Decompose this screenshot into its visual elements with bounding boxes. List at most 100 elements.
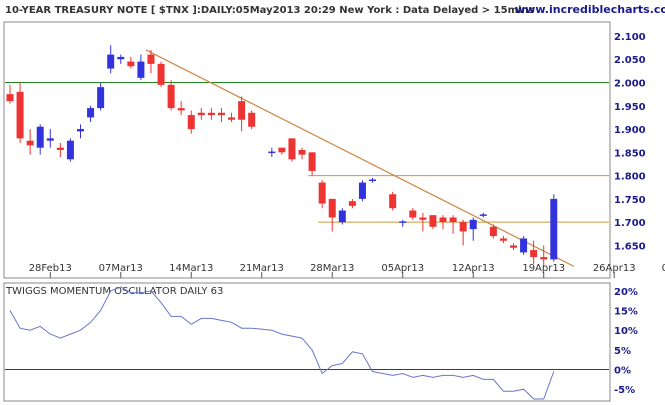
price-x-tick-label: 03May13 <box>662 263 665 274</box>
price-x-tick-label: 05Apr13 <box>381 263 424 274</box>
price-candle <box>207 108 215 120</box>
price-candle <box>288 138 296 162</box>
price-x-tick-label: 14Mar13 <box>169 263 213 274</box>
candle-body <box>187 115 195 130</box>
price-candle <box>46 129 54 148</box>
price-candle <box>117 54 125 64</box>
candle-body <box>389 194 397 209</box>
price-y-axis: 2.100 2.050 2.000 1.950 1.900 1.850 1.800 1.750… <box>614 32 646 252</box>
candle-body <box>6 94 14 102</box>
price-candle <box>56 143 64 157</box>
candle-body <box>87 108 95 118</box>
candle-body <box>36 126 44 148</box>
price-candle <box>187 110 195 134</box>
oscillator-y-tick-label: 20% <box>614 287 638 298</box>
candle-body <box>217 112 225 116</box>
price-candles <box>6 45 558 267</box>
price-candle <box>137 54 145 81</box>
price-candle <box>338 208 346 225</box>
candle-body <box>409 210 417 218</box>
candle-body <box>238 101 246 120</box>
candle-body <box>147 54 155 64</box>
candle-body <box>540 257 548 260</box>
price-y-tick-label: 1.850 <box>614 148 646 159</box>
price-candle <box>228 112 236 123</box>
price-candle <box>348 198 356 209</box>
oscillator-y-tick-label: 15% <box>614 307 638 318</box>
candle-body <box>127 61 135 67</box>
price-y-tick-label: 1.900 <box>614 125 646 136</box>
oscillator-line <box>9 286 555 400</box>
price-candle <box>97 82 105 111</box>
price-candle <box>76 124 84 139</box>
price-candle <box>66 138 74 162</box>
price-y-tick-label: 1.750 <box>614 195 646 206</box>
oscillator-panel-frame <box>3 282 611 402</box>
price-candle <box>87 105 95 123</box>
price-candle <box>127 56 135 69</box>
oscillator-y-tick-label: 10% <box>614 326 638 337</box>
price-candle <box>459 219 467 246</box>
candle-body <box>510 245 517 248</box>
price-candle <box>238 96 246 132</box>
price-candle <box>469 217 477 241</box>
price-candle <box>499 236 507 244</box>
price-x-tick-label: 21Mar13 <box>240 263 284 274</box>
price-x-tick-label: 19Apr13 <box>522 263 565 274</box>
candle-body <box>429 215 437 227</box>
price-candle <box>278 147 286 155</box>
candle-body <box>530 250 538 258</box>
price-y-tick-label: 2.050 <box>614 55 646 66</box>
candle-body <box>197 112 205 116</box>
candle-body <box>520 238 528 253</box>
price-candle <box>439 215 447 230</box>
candle-body <box>358 182 366 199</box>
candle-body <box>328 198 336 218</box>
price-reference-lines <box>5 49 609 267</box>
price-candle <box>429 215 437 230</box>
price-y-tick-label: 1.950 <box>614 102 646 113</box>
price-x-axis: 28Feb13 07Mar13 14Mar13 21Mar13 28Mar13 05Apr… <box>29 263 665 278</box>
price-y-tick-label: 1.650 <box>614 241 646 252</box>
candle-body <box>107 54 115 69</box>
candle-body <box>459 222 467 232</box>
candle-body <box>177 108 185 111</box>
candle-body <box>550 198 558 260</box>
candle-body <box>489 226 497 237</box>
price-candle <box>16 82 24 144</box>
candle-body <box>97 87 105 109</box>
candle-body <box>278 147 286 153</box>
price-x-tick-label: 12Apr13 <box>452 263 495 274</box>
chart-title: 10-YEAR TREASURY NOTE [ $TNX ]:DAILY:05M… <box>5 5 535 16</box>
candle-body <box>46 138 54 141</box>
price-candle <box>26 129 34 155</box>
candle-body <box>137 61 145 78</box>
price-candle <box>177 101 185 116</box>
candle-body <box>66 140 74 160</box>
candle-body <box>56 147 64 150</box>
oscillator-series <box>9 286 555 400</box>
candle-body <box>499 238 507 241</box>
candle-body <box>308 152 316 171</box>
oscillator-y-tick-label: -5% <box>614 385 635 396</box>
candle-body <box>449 217 457 223</box>
price-candle <box>217 108 225 123</box>
price-candle <box>157 61 165 88</box>
price-x-tick-label: 26Apr13 <box>593 263 636 274</box>
oscillator-y-tick-label: 5% <box>614 346 631 357</box>
price-candle <box>399 219 407 227</box>
price-candle <box>36 124 44 155</box>
price-candle <box>449 215 457 234</box>
candle-body <box>167 84 175 109</box>
price-x-tick-label: 28Feb13 <box>29 263 72 274</box>
price-y-tick-label: 1.800 <box>614 172 646 183</box>
oscillator-title: TWIGGS MOMENTUM OSCILLATOR DAILY 63 <box>5 286 223 297</box>
price-candle <box>389 191 397 211</box>
price-candle <box>197 108 205 120</box>
price-candle <box>328 198 336 232</box>
price-candle <box>298 147 306 160</box>
site-label[interactable]: www.incrediblecharts.com <box>515 3 665 16</box>
candle-body <box>207 112 215 116</box>
price-x-tick-label: 28Mar13 <box>310 263 354 274</box>
price-y-tick-label: 2.000 <box>614 79 646 90</box>
